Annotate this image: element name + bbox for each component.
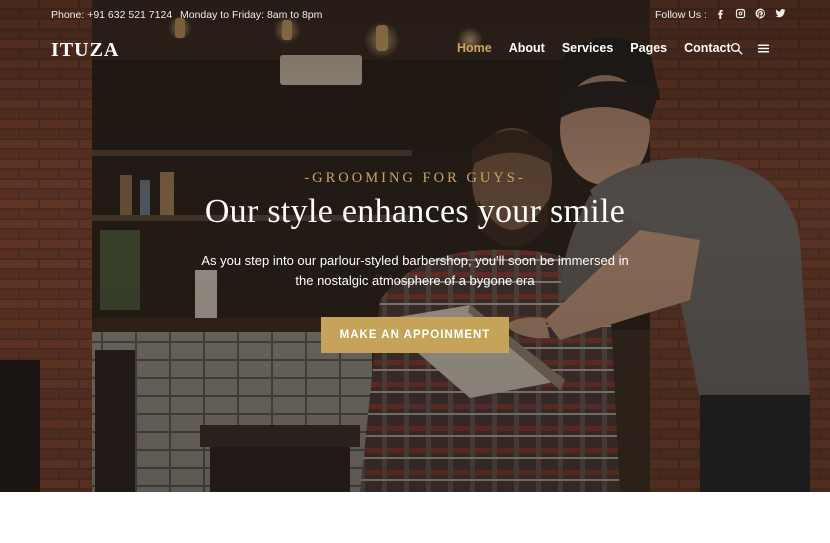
hero-subtitle: -GROOMING FOR GUYS- xyxy=(304,170,526,186)
twitter-icon[interactable] xyxy=(774,7,786,19)
nav-item-pages[interactable]: Pages xyxy=(630,41,667,57)
main-nav: Home About Services Pages Contact xyxy=(457,41,748,57)
pinterest-icon[interactable] xyxy=(754,7,766,19)
nav-item-contact[interactable]: Contact xyxy=(684,41,731,57)
search-icon[interactable] xyxy=(729,41,743,55)
make-appointment-button[interactable]: MAKE AN APPOINMENT xyxy=(321,317,509,353)
follow-us-label: Follow Us : xyxy=(655,9,707,21)
hero-overlay xyxy=(0,0,830,492)
nav-item-services[interactable]: Services xyxy=(562,41,613,57)
social-links xyxy=(714,7,786,19)
instagram-icon[interactable] xyxy=(734,7,746,19)
nav-item-about[interactable]: About xyxy=(509,41,545,57)
nav-item-home[interactable]: Home xyxy=(457,41,492,57)
facebook-icon[interactable] xyxy=(714,7,726,19)
top-bar: Phone: +91 632 521 7124 Monday to Friday… xyxy=(0,0,830,30)
hamburger-menu-icon[interactable] xyxy=(756,41,770,55)
phone-number: Phone: +91 632 521 7124 xyxy=(51,9,173,21)
hero-headline: Our style enhances your smile xyxy=(204,193,626,230)
hero-section xyxy=(0,0,830,492)
hero-description: As you step into our parlour-styled barb… xyxy=(201,253,629,288)
opening-hours: Monday to Friday: 8am to 8pm xyxy=(180,9,323,21)
site-logo[interactable]: ITUZA xyxy=(51,39,119,62)
nav-icons xyxy=(729,41,770,55)
